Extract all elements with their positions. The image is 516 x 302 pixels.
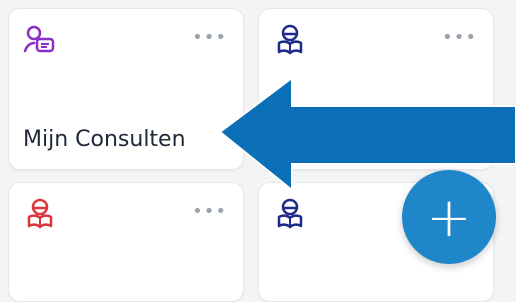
reader-icon bbox=[27, 198, 53, 229]
more-options-icon[interactable]: ••• bbox=[192, 29, 227, 47]
card-3[interactable]: ••• bbox=[8, 182, 244, 302]
more-options-icon[interactable]: ••• bbox=[442, 29, 477, 47]
chat-person-icon bbox=[23, 25, 55, 53]
reader-icon bbox=[277, 24, 303, 55]
card-title: Mijn Consulten bbox=[23, 127, 186, 152]
card-mijn-consulten[interactable]: ••• Mijn Consulten bbox=[8, 8, 244, 170]
add-button[interactable]: + bbox=[402, 170, 496, 264]
